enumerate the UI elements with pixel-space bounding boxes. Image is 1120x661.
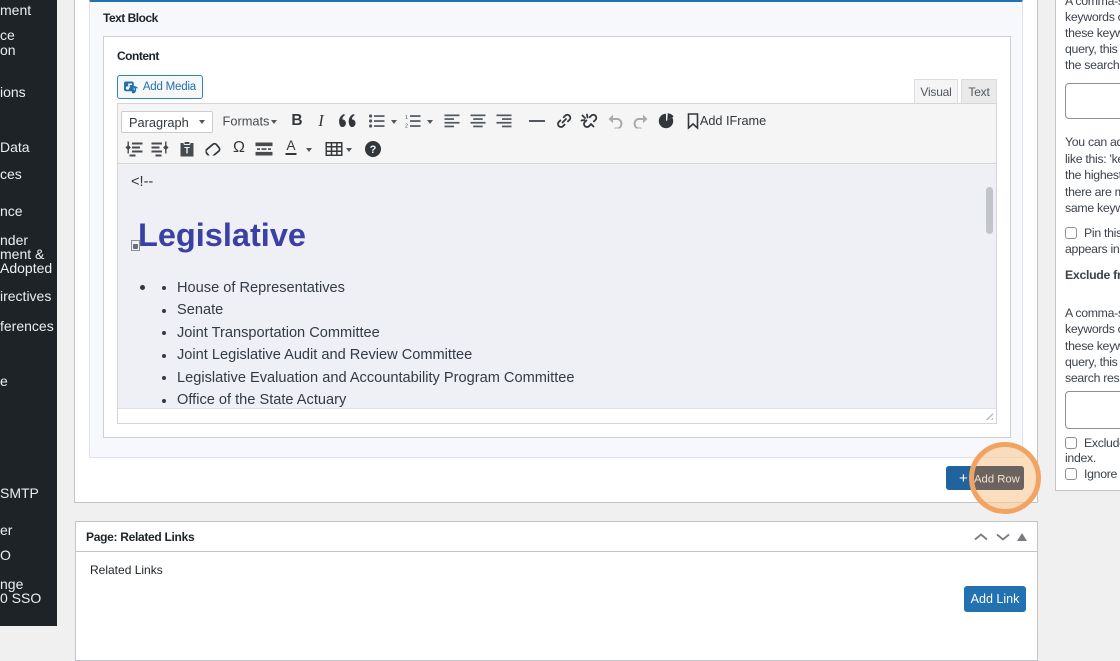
- svg-text:?: ?: [370, 144, 377, 156]
- svg-text:T: T: [184, 146, 190, 156]
- svg-text:2: 2: [405, 124, 408, 128]
- svg-text:1: 1: [405, 115, 408, 121]
